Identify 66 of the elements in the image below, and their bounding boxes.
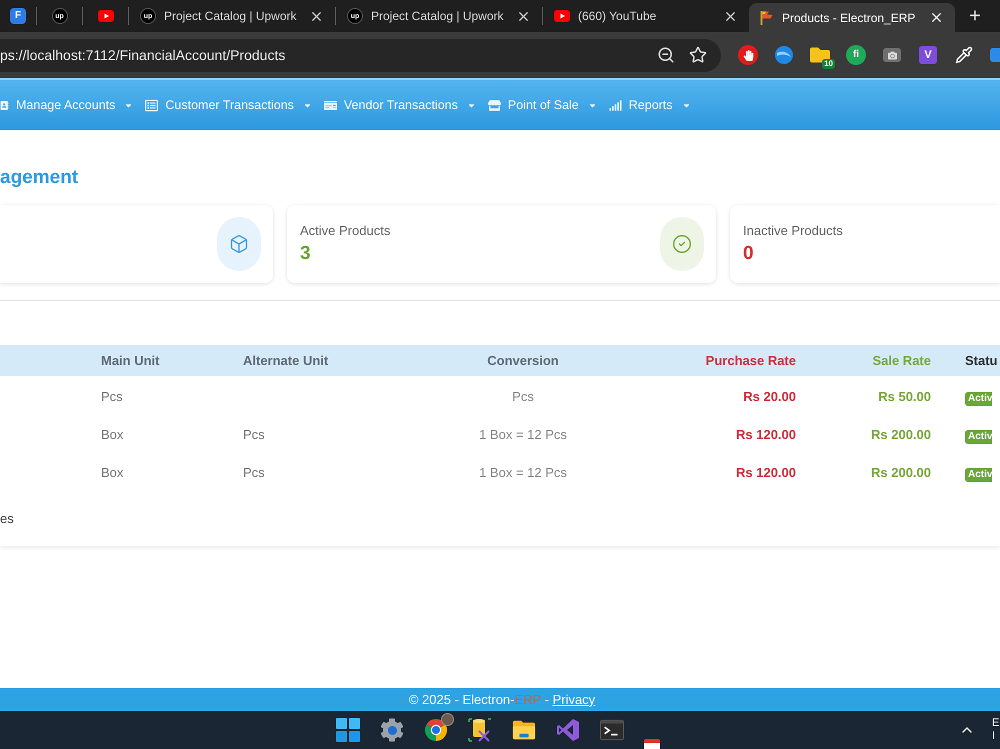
browser-icon[interactable] <box>424 718 448 742</box>
table-cell: 1 Box = 12 Pcs <box>479 465 567 480</box>
app-icon[interactable] <box>644 739 660 749</box>
code-editor-icon[interactable] <box>556 718 580 742</box>
menu-icon <box>145 98 158 112</box>
table-cell: Box <box>101 427 124 442</box>
menu-icon <box>608 98 622 112</box>
database-tools-icon[interactable] <box>468 718 492 742</box>
table-cell: Rs 200.00 <box>871 465 931 480</box>
table-cell: Rs 120.00 <box>736 465 796 480</box>
menu-icon <box>0 100 9 110</box>
browser-tab[interactable]: Products - Electron_ERP <box>749 3 955 32</box>
folder-icon[interactable] <box>512 719 536 741</box>
play-icon <box>98 10 114 22</box>
stat-label: Active Products <box>300 222 392 240</box>
terminal-icon[interactable] <box>600 719 624 741</box>
column-header: Main Unit <box>101 352 160 368</box>
table-cell: Pcs <box>243 465 265 480</box>
bookmark-star-icon[interactable] <box>689 46 707 64</box>
table-info-text: es <box>0 511 14 526</box>
pinned-tab[interactable]: F <box>0 0 36 32</box>
status-badge: Activ <box>965 468 992 482</box>
table-cell: Rs 200.00 <box>871 427 931 442</box>
play-icon <box>554 10 570 22</box>
count-badge: 10 <box>822 59 835 69</box>
column-header: Conversion <box>487 352 559 368</box>
letter-favicon: F <box>10 8 26 24</box>
flag-icon <box>760 10 774 26</box>
language-text[interactable]: E <box>992 717 1000 730</box>
camera-icon[interactable] <box>883 48 901 62</box>
menu-icon <box>324 98 337 112</box>
table-cell: Rs 50.00 <box>878 389 931 404</box>
start-icon[interactable] <box>336 718 360 742</box>
avatar-icon <box>441 713 454 726</box>
close-icon[interactable] <box>929 10 944 25</box>
zoom-out-icon[interactable] <box>657 46 675 64</box>
table-cell: 1 Box = 12 Pcs <box>479 427 567 442</box>
extension-icon[interactable] <box>990 48 1000 62</box>
hand-icon[interactable] <box>738 45 758 65</box>
status-badge: Activ <box>965 430 992 444</box>
stat-value: 3 <box>300 242 312 266</box>
language-text[interactable]: I <box>992 730 1000 743</box>
status-badge: Activ <box>965 392 992 406</box>
column-header: Purchase Rate <box>706 352 796 368</box>
menu-icon <box>488 98 501 112</box>
cube-icon <box>217 217 261 271</box>
column-header: Statu <box>965 352 998 368</box>
globe-icon[interactable] <box>774 45 794 65</box>
page-title: agement <box>0 166 78 190</box>
table-cell: Rs 120.00 <box>736 427 796 442</box>
stat-label: Inactive Products <box>743 222 844 240</box>
settings-icon[interactable] <box>380 718 404 742</box>
column-header: Alternate Unit <box>243 352 328 368</box>
address-bar[interactable]: ps://localhost:7112/FinancialAccount/Products <box>0 38 721 72</box>
extension-button[interactable]: V <box>919 46 937 64</box>
table-cell: Rs 20.00 <box>743 389 796 404</box>
table-cell: Box <box>101 465 124 480</box>
stat-value: 0 <box>743 242 755 266</box>
new-tab-button[interactable]: + <box>963 6 987 26</box>
eyedropper-icon[interactable] <box>955 46 973 64</box>
table-cell: Pcs <box>243 427 265 442</box>
table-cell: Pcs <box>101 389 123 404</box>
browser-tab[interactable]: (660) YouTube <box>543 0 749 32</box>
table-cell: Pcs <box>512 389 534 404</box>
column-header: Sale Rate <box>872 352 931 368</box>
footer-text: © 2025 - Electron-ERP - Privacy <box>408 690 596 709</box>
